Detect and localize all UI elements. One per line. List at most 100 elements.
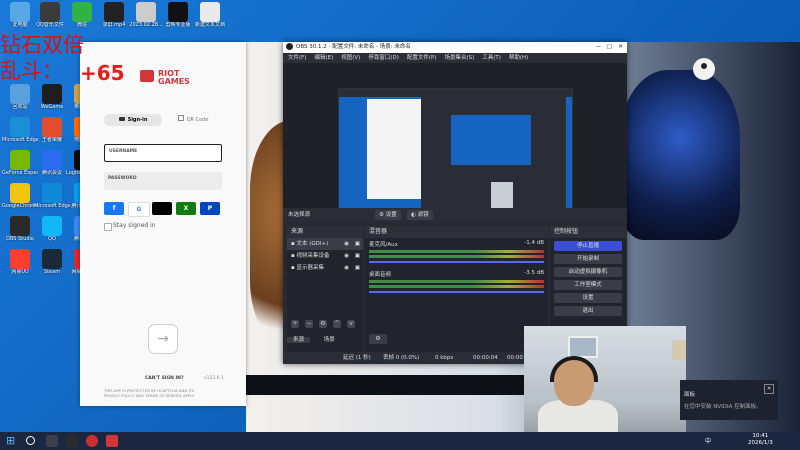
status-delay: 延迟 (1 秒) bbox=[343, 355, 371, 361]
close-button[interactable]: ✕ bbox=[618, 42, 623, 53]
tab-qr-code[interactable]: QR Code bbox=[164, 114, 222, 126]
desktop-icon[interactable]: 剪映专业版 bbox=[160, 2, 196, 36]
desktop-icon-label: 王者荣耀 bbox=[41, 137, 62, 143]
app-icon bbox=[10, 2, 30, 22]
taskbar-clock[interactable]: 10:41 2026/1/3 bbox=[748, 433, 773, 447]
volume-slider[interactable] bbox=[369, 261, 544, 263]
cant-sign-in-link[interactable]: CAN'T SIGN IN? bbox=[145, 376, 184, 381]
overlay-score: +65 bbox=[80, 61, 125, 85]
volume-slider[interactable] bbox=[369, 291, 544, 293]
app-icon bbox=[10, 150, 30, 170]
desktop-icon-label: GeForce Experience bbox=[2, 170, 38, 176]
notification-title: 面板 bbox=[684, 392, 696, 398]
minimize-button[interactable]: — bbox=[596, 42, 602, 53]
mixer-settings-button[interactable]: ⚙ bbox=[369, 334, 387, 344]
filters-button[interactable]: ◐ 滤镜 bbox=[407, 210, 433, 220]
mixer-channel-name: 麦克风/Aux bbox=[369, 242, 398, 248]
apple-login-button[interactable] bbox=[152, 202, 172, 215]
stay-signed-in-checkbox[interactable] bbox=[104, 223, 112, 231]
desktop-icon[interactable]: GeForce Experience bbox=[2, 150, 38, 184]
desktop-icon[interactable]: 腾讯会议 bbox=[34, 150, 70, 184]
control-button[interactable]: 停止直播 bbox=[554, 241, 622, 251]
desktop-icon[interactable]: WeGame bbox=[34, 84, 70, 118]
desktop-icon[interactable]: 回收站 bbox=[2, 84, 38, 118]
riot-taskbar-icon[interactable] bbox=[106, 435, 118, 447]
lock-icon[interactable]: ▣ bbox=[355, 262, 360, 274]
notification-close-button[interactable]: ✕ bbox=[764, 384, 774, 394]
move-down-button[interactable]: v bbox=[347, 320, 355, 328]
desktop-icon[interactable]: 网易UU bbox=[2, 249, 38, 283]
xbox-login-button[interactable]: X bbox=[176, 202, 196, 215]
desktop-icon[interactable]: GoogleChrome bbox=[2, 183, 38, 217]
menu-item[interactable]: 文件(F) bbox=[288, 55, 306, 61]
app-icon bbox=[136, 2, 156, 22]
qr-icon bbox=[177, 115, 184, 121]
controls-header: 控制按钮 bbox=[550, 226, 626, 238]
desktop-icon[interactable]: QQ音乐文件 bbox=[32, 2, 68, 36]
lock-icon[interactable]: ▣ bbox=[355, 250, 360, 262]
desktop-icon[interactable]: 王者荣耀 bbox=[34, 117, 70, 151]
control-button[interactable]: 开始录制 bbox=[554, 254, 622, 264]
username-field[interactable]: USERNAME bbox=[104, 144, 222, 162]
desktop-icon-label: QQ bbox=[48, 236, 56, 242]
mixer-channel: 桌面音频 -3.5 dB bbox=[365, 268, 548, 298]
menu-item[interactable]: 停靠窗口(D) bbox=[368, 55, 399, 61]
desktop-icon[interactable]: 微信 bbox=[64, 2, 100, 36]
properties-button[interactable]: ⚙ 设置 bbox=[375, 210, 401, 220]
user-avatar[interactable] bbox=[693, 58, 715, 80]
menu-item[interactable]: 编辑(E) bbox=[314, 55, 333, 61]
desktop-icon[interactable]: 新建文本文档 bbox=[192, 2, 228, 36]
sign-in-arrow-button[interactable]: → bbox=[148, 324, 178, 354]
mixer-list: 麦克风/Aux -1.4 dB 桌面音频 -3.5 dB bbox=[365, 238, 548, 298]
add-source-button[interactable]: + bbox=[291, 320, 299, 328]
visibility-icon[interactable]: ◉ bbox=[344, 238, 349, 250]
desktop-icon[interactable]: Microsoft Edge bbox=[34, 183, 70, 217]
source-item[interactable]: ▪ 视频采集设备 ◉ ▣ bbox=[287, 250, 363, 262]
search-icon[interactable] bbox=[26, 436, 35, 445]
start-button[interactable]: ⊞ bbox=[6, 435, 18, 447]
desktop-icon[interactable]: Microsoft Edge bbox=[2, 117, 38, 151]
source-item[interactable]: ▪ 文本 (GDI+) ◉ ▣ bbox=[287, 238, 363, 250]
desktop-icon[interactable]: 录屏.mp4 bbox=[96, 2, 132, 36]
control-button[interactable]: 启动虚拟摄像机 bbox=[554, 267, 622, 277]
status-kbps: 0 kbps bbox=[435, 355, 454, 361]
menu-item[interactable]: 场景集合(S) bbox=[444, 55, 474, 61]
lock-icon[interactable]: ▣ bbox=[355, 238, 360, 250]
password-field[interactable]: PASSWORD bbox=[104, 172, 222, 190]
mixer-channel-db: -1.4 dB bbox=[524, 240, 544, 246]
move-up-button[interactable]: ^ bbox=[333, 320, 341, 328]
desktop-icon[interactable]: 2023.02.28... bbox=[128, 2, 164, 36]
tray-language[interactable]: 中 bbox=[705, 436, 711, 445]
menu-item[interactable]: 帮助(H) bbox=[509, 55, 528, 61]
control-button[interactable]: 工作室模式 bbox=[554, 280, 622, 290]
menu-item[interactable]: 配置文件(P) bbox=[407, 55, 437, 61]
tab-sign-in[interactable]: Sign-in bbox=[104, 114, 162, 126]
visibility-icon[interactable]: ◉ bbox=[344, 262, 349, 274]
menu-item[interactable]: 工具(T) bbox=[482, 55, 501, 61]
obs-taskbar-icon[interactable] bbox=[66, 435, 78, 447]
source-settings-button[interactable]: ⚙ bbox=[319, 320, 327, 328]
preview-nested-webcam bbox=[491, 182, 513, 210]
mixer-channel: 麦克风/Aux -1.4 dB bbox=[365, 238, 548, 268]
playstation-login-button[interactable]: P bbox=[200, 202, 220, 215]
menu-item[interactable]: 视图(V) bbox=[341, 55, 360, 61]
netease-taskbar-icon[interactable] bbox=[86, 435, 98, 447]
google-login-button[interactable]: G bbox=[128, 202, 150, 217]
obs-preview[interactable] bbox=[283, 63, 627, 221]
status-stream-time: 00:00:04 bbox=[473, 355, 498, 361]
visibility-icon[interactable]: ◉ bbox=[344, 250, 349, 262]
facebook-login-button[interactable]: f bbox=[104, 202, 124, 215]
task-view-icon[interactable] bbox=[46, 435, 58, 447]
control-button[interactable]: 退出 bbox=[554, 306, 622, 316]
desktop-icon[interactable]: Steam bbox=[34, 249, 70, 283]
desktop-icon[interactable]: OBS Studio bbox=[2, 216, 38, 250]
remove-source-button[interactable]: − bbox=[305, 320, 313, 328]
control-button[interactable]: 设置 bbox=[554, 293, 622, 303]
nvidia-notification[interactable]: 面板 在您中安装 NVIDIA 控制面板。 ✕ bbox=[680, 380, 778, 420]
tab-sources[interactable]: 来源 bbox=[287, 337, 311, 343]
source-item[interactable]: ▪ 显示器采集 ◉ ▣ bbox=[287, 262, 363, 274]
maximize-button[interactable]: □ bbox=[607, 42, 612, 53]
tab-scenes[interactable]: 场景 bbox=[324, 337, 335, 343]
desktop-icon[interactable]: QQ bbox=[34, 216, 70, 250]
riot-fist-icon bbox=[140, 70, 154, 82]
